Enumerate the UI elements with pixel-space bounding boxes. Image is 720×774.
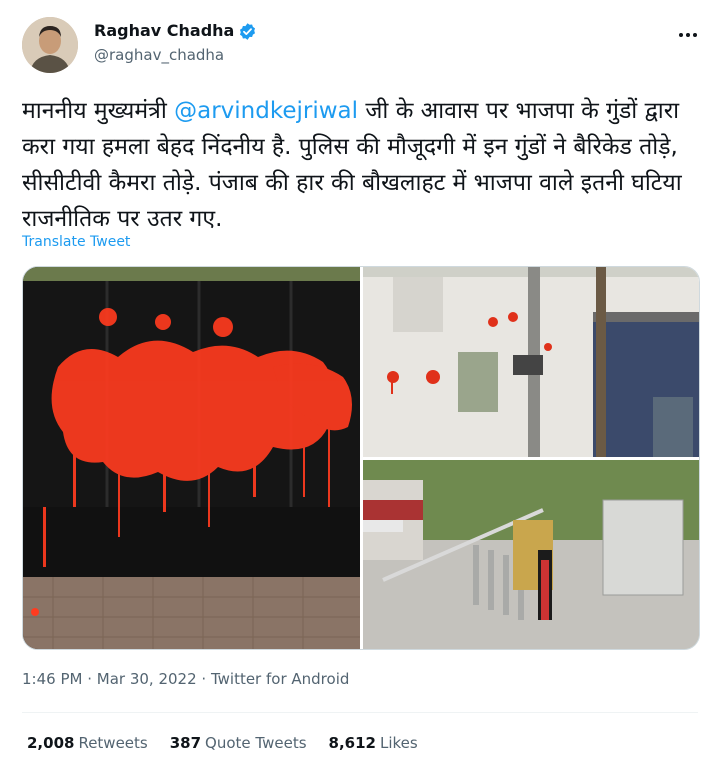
tweet-time[interactable]: 1:46 PM — [22, 670, 82, 688]
translate-tweet-link[interactable]: Translate Tweet — [22, 234, 130, 250]
quote-tweets-stat[interactable]: 387 Quote Tweets — [170, 734, 307, 752]
verified-badge-icon — [240, 22, 256, 40]
likes-stat[interactable]: 8,612 Likes — [329, 734, 418, 752]
likes-label: Likes — [379, 734, 418, 752]
quote-tweets-count: 387 — [169, 734, 202, 752]
meta-separator: · — [196, 670, 211, 688]
tweet-stats: 2,008 Retweets 387 Quote Tweets 8,612 Likes — [27, 734, 418, 752]
more-options-icon[interactable] — [678, 22, 698, 43]
avatar[interactable] — [22, 17, 78, 73]
avatar-photo — [22, 17, 78, 73]
meta-separator: · — [82, 670, 97, 688]
author-handle[interactable]: @raghav_chadha — [94, 44, 257, 66]
tweet-date[interactable]: Mar 30, 2022 — [97, 670, 197, 688]
tweet-text: माननीय मुख्यमंत्री @arvindkejriwal जी के… — [22, 93, 698, 237]
media-grid — [22, 266, 700, 650]
quote-tweets-label: Quote Tweets — [205, 734, 307, 752]
mention-link[interactable]: @arvindkejriwal — [174, 98, 358, 124]
tweet-source[interactable]: Twitter for Android — [211, 670, 349, 688]
media-image-wall[interactable] — [363, 267, 699, 457]
author-block: Raghav Chadha @raghav_chadha — [94, 20, 257, 66]
divider — [22, 712, 698, 713]
retweets-label: Retweets — [78, 734, 148, 752]
retweets-stat[interactable]: 2,008 Retweets — [27, 734, 148, 752]
tweet-text-start: माननीय मुख्यमंत्री — [22, 98, 175, 124]
author-display-name[interactable]: Raghav Chadha — [94, 20, 234, 42]
media-image-barricade[interactable] — [363, 460, 699, 649]
likes-count: 8,612 — [328, 734, 376, 752]
retweets-count: 2,008 — [27, 734, 75, 752]
media-image-gate[interactable] — [23, 267, 360, 649]
tweet-meta: 1:46 PM · Mar 30, 2022 · Twitter for And… — [22, 670, 349, 688]
author-display-name-row[interactable]: Raghav Chadha — [94, 20, 257, 42]
